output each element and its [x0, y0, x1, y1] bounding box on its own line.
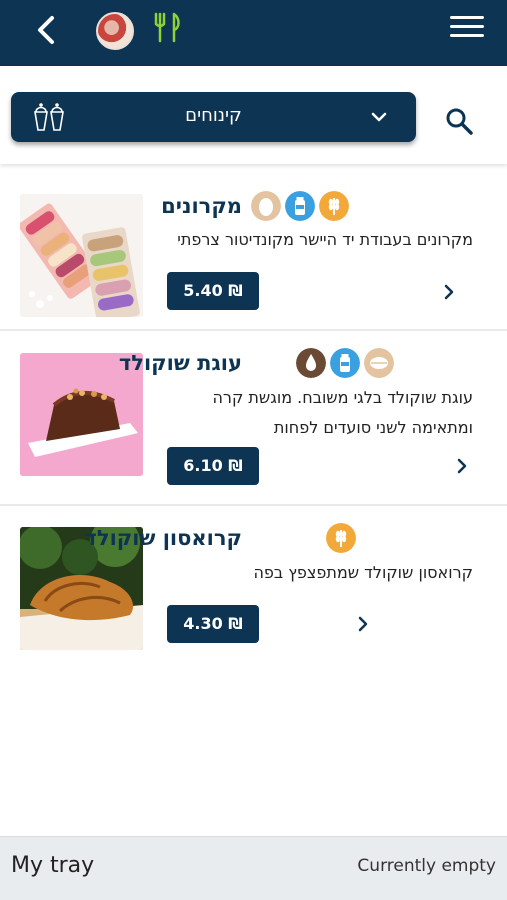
tray-label: My tray: [11, 853, 95, 878]
macarons-image: [20, 194, 143, 317]
item-description-line: עוגת שוקולד בלגי משובח. מוגשת קרה: [212, 388, 473, 407]
top-bar: [0, 0, 507, 66]
category-label: קינוחים: [185, 105, 242, 126]
milk-icon: [330, 348, 360, 378]
price-button[interactable]: 5.40 ₪: [167, 272, 259, 310]
milk-icon: [285, 191, 315, 221]
chevron-right-icon[interactable]: [453, 457, 471, 475]
price-button[interactable]: 6.10 ₪: [167, 447, 259, 485]
egg-icon: [251, 191, 281, 221]
item-title: קרואסון שוקולד: [84, 526, 242, 550]
back-chevron-left-icon[interactable]: [30, 12, 66, 48]
wheat-icon: [326, 523, 356, 553]
my-tray-bar[interactable]: My tray Currently empty: [0, 836, 507, 900]
chevron-right-icon[interactable]: [354, 615, 372, 633]
nut-icon: [364, 348, 394, 378]
item-title: עוגת שוקולד: [118, 351, 242, 375]
item-description-line: ומתאימה לשני סועדים לפחות: [273, 418, 473, 437]
restaurant-logo[interactable]: [96, 12, 134, 50]
tray-status: Currently empty: [357, 856, 496, 876]
wheat-icon: [319, 191, 349, 221]
item-description: קרואסון שוקולד שמתפצפץ בפה: [153, 558, 473, 588]
item-description-line: קרואסון שוקולד שמתפצפץ בפה: [253, 563, 473, 582]
category-dropdown[interactable]: קינוחים: [11, 92, 416, 142]
item-description-line: מקרונים בעבודת יד היישר מקונדיטור צרפתי: [177, 230, 473, 249]
fork-knife-icon: [154, 12, 180, 43]
chevron-right-icon[interactable]: [440, 283, 458, 301]
chevron-down-icon: [371, 112, 387, 122]
price-button[interactable]: 4.30 ₪: [167, 605, 259, 643]
filter-bar: קינוחים: [0, 66, 507, 164]
item-title: מקרונים: [161, 194, 242, 218]
menu-item[interactable]: קרואסון שוקולד קרואסון שוקולד שמתפצפץ בפ…: [0, 506, 507, 656]
search-icon[interactable]: [444, 106, 474, 136]
menu-item[interactable]: עוגת שוקולד עוגת שוקולד בלגי משובח. מוגש…: [0, 331, 507, 506]
menu-item[interactable]: מקרונים מקרונים בעבודת יד היישר מקונדיטו…: [0, 164, 507, 331]
drop-icon: [296, 348, 326, 378]
hamburger-menu-icon[interactable]: [450, 16, 484, 44]
item-description: עוגת שוקולד בלגי משובח. מוגשת קרה ומתאימ…: [153, 383, 473, 443]
item-description: מקרונים בעבודת יד היישר מקונדיטור צרפתי: [153, 225, 473, 255]
